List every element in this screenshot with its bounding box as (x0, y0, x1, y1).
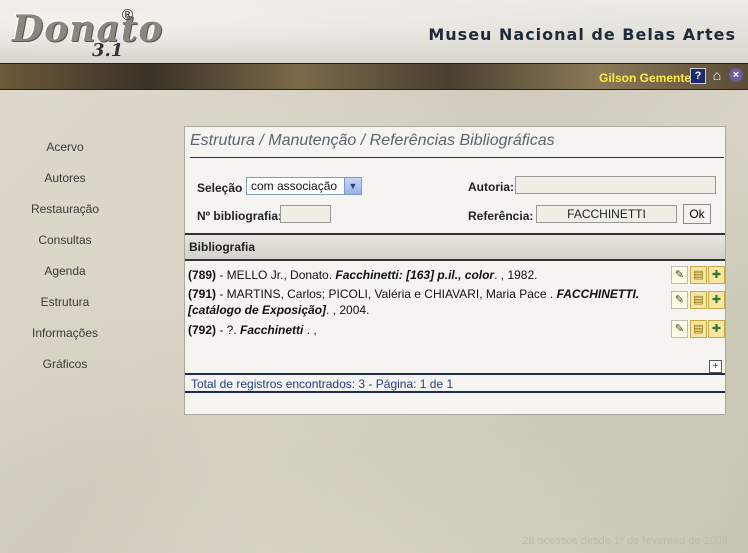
record-authors: - MARTINS, Carlos; PICOLI, Valéria e CHI… (216, 287, 557, 301)
section-title: Bibliografia (189, 240, 256, 254)
selecao-label: Seleção (197, 181, 243, 195)
ok-button[interactable]: Ok (683, 204, 711, 224)
nav-item-restauracao[interactable]: Restauração (0, 197, 130, 228)
record-actions: ✎ ▤ ✚ (671, 266, 725, 284)
title-divider (190, 157, 724, 158)
document-add-icon[interactable]: ✚ (708, 291, 725, 309)
donato-logo: Donato 3.1 ® (8, 2, 162, 62)
document-icon[interactable]: ▤ (690, 320, 707, 338)
selecao-value: com associação (251, 179, 338, 193)
document-add-icon[interactable]: ✚ (708, 320, 725, 338)
logo-version: 3.1 (92, 40, 124, 61)
referencia-label: Referência: (468, 209, 534, 223)
home-icon[interactable]: ⌂ (710, 68, 724, 82)
registered-mark: ® (120, 6, 135, 24)
help-icon[interactable]: ? (690, 68, 706, 84)
nav-item-consultas[interactable]: Consultas (0, 228, 130, 259)
record-actions: ✎ ▤ ✚ (671, 291, 725, 309)
record-id: (792) (188, 323, 217, 337)
sidebar-nav: Acervo Autores Restauração Consultas Age… (0, 135, 130, 383)
logo-text: Donato (12, 8, 164, 50)
list-item: (791) - MARTINS, Carlos; PICOLI, Valéria… (188, 286, 658, 318)
nav-item-graficos[interactable]: Gráficos (0, 352, 130, 383)
edit-icon[interactable]: ✎ (671, 320, 688, 338)
document-icon[interactable]: ▤ (690, 291, 707, 309)
nav-item-agenda[interactable]: Agenda (0, 259, 130, 290)
nav-item-estrutura[interactable]: Estrutura (0, 290, 130, 321)
record-authors: - MELLO Jr., Donato. (216, 268, 336, 282)
nav-item-autores[interactable]: Autores (0, 166, 130, 197)
access-counter: 28 acessos desde 1º de fevereiro de 2008 (522, 535, 728, 547)
edit-icon[interactable]: ✎ (671, 266, 688, 284)
record-id: (789) (188, 268, 217, 282)
autoria-input[interactable] (515, 176, 716, 194)
document-add-icon[interactable]: ✚ (708, 266, 725, 284)
user-name[interactable]: Gilson Gemente (599, 71, 691, 85)
numero-bibliografia-input[interactable] (280, 205, 331, 223)
page-title: Estrutura / Manutenção / Referências Bib… (190, 132, 555, 149)
selecao-select[interactable]: com associação ▼ (246, 177, 362, 195)
close-icon[interactable]: × (729, 68, 743, 82)
nav-item-acervo[interactable]: Acervo (0, 135, 130, 166)
record-suffix: . , 1982. (494, 268, 538, 282)
numero-bibliografia-label: Nº bibliografia: (197, 209, 283, 223)
record-title: Facchinetti: [163] p.il., color (335, 268, 495, 282)
document-icon[interactable]: ▤ (690, 266, 707, 284)
main-panel: Estrutura / Manutenção / Referências Bib… (184, 126, 726, 415)
list-item: (792) - ?. Facchinetti . , (188, 322, 648, 338)
app-header: Donato 3.1 ® Museu Nacional de Belas Art… (0, 0, 748, 63)
referencia-input[interactable]: FACCHINETTI (536, 205, 677, 223)
plus-icon[interactable]: + (709, 360, 722, 373)
record-id: (791) (188, 287, 217, 301)
record-authors: - ?. (216, 323, 241, 337)
section-header: Bibliografia (185, 235, 725, 261)
record-actions: ✎ ▤ ✚ (671, 320, 725, 338)
list-item: (789) - MELLO Jr., Donato. Facchinetti: … (188, 267, 648, 283)
record-suffix: . , (303, 323, 317, 337)
autoria-label: Autoria: (468, 180, 514, 194)
record-suffix: . , 2004. (326, 303, 370, 317)
footer-divider-bottom (185, 391, 725, 393)
footer-divider-top (185, 373, 725, 375)
record-title: Facchinetti (240, 323, 304, 337)
nav-item-informacoes[interactable]: Informações (0, 321, 130, 352)
user-bar: Gilson Gemente ? ⌂ × (0, 63, 748, 90)
museum-title: Museu Nacional de Belas Artes (428, 25, 736, 44)
record-count: Total de registros encontrados: 3 - Pági… (191, 377, 454, 391)
edit-icon[interactable]: ✎ (671, 291, 688, 309)
chevron-down-icon[interactable]: ▼ (344, 178, 361, 194)
